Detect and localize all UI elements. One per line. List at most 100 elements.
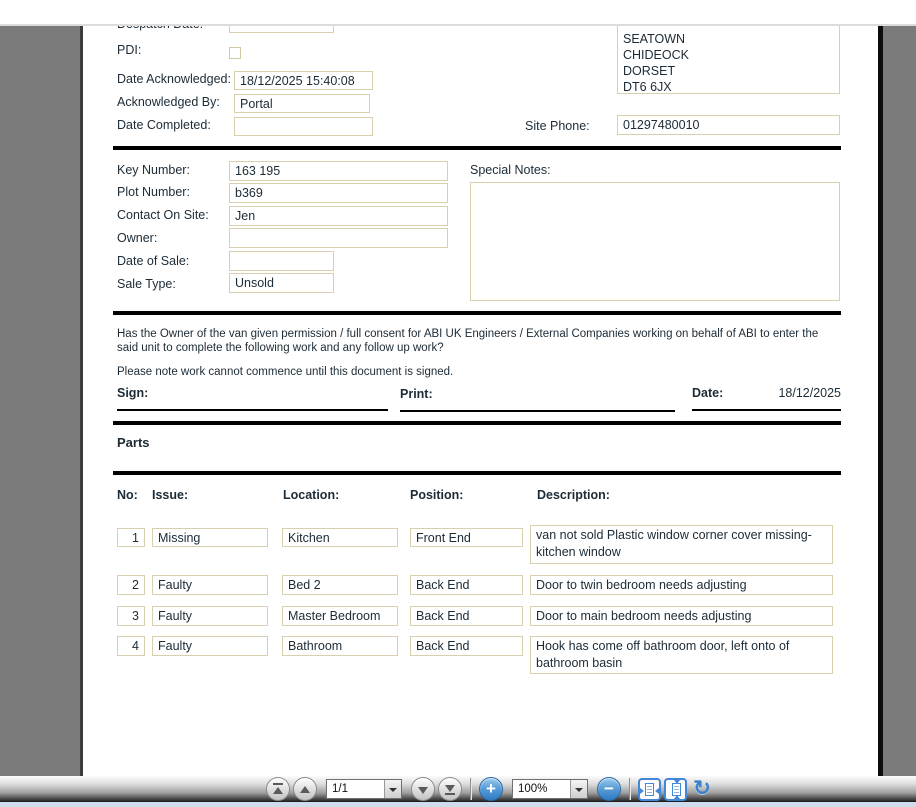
site-phone-label: Site Phone: <box>525 119 590 133</box>
toolbar-separator <box>629 778 630 800</box>
sale-type-field: Unsold <box>229 273 334 293</box>
chevron-down-icon[interactable] <box>384 780 401 798</box>
acknowledged-by-field: Portal <box>234 94 370 113</box>
plot-number-field: b369 <box>229 183 448 203</box>
part-location-field: Master Bedroom <box>282 606 398 626</box>
special-notes-field <box>470 182 840 301</box>
fit-width-icon <box>645 782 654 796</box>
section-divider <box>113 311 841 315</box>
section-divider <box>113 421 841 425</box>
contact-on-site-field: Jen <box>229 206 448 226</box>
part-no-field: 4 <box>117 636 145 656</box>
contact-on-site-label: Contact On Site: <box>117 208 209 222</box>
part-issue-field: Faulty <box>152 636 268 656</box>
plot-number-label: Plot Number: <box>117 185 190 199</box>
sign-label: Sign: <box>117 386 149 400</box>
part-description-field: van not sold Plastic window corner cover… <box>530 525 833 564</box>
parts-title: Parts <box>117 435 150 450</box>
owner-label: Owner: <box>117 231 158 245</box>
zoom-out-icon: − <box>604 779 614 798</box>
site-address-box: SEATOWN CHIDEOCK DORSET DT6 6JX <box>617 26 840 94</box>
special-notes-label: Special Notes: <box>470 163 551 177</box>
part-description-field: Door to main bedroom needs adjusting <box>530 606 833 626</box>
zoom-out-button[interactable]: − <box>597 777 621 801</box>
parts-header-no: No: <box>117 488 138 502</box>
first-page-button[interactable] <box>266 777 290 801</box>
fit-width-button[interactable] <box>638 777 661 801</box>
consent-text: Has the Owner of the van given permissio… <box>117 328 819 354</box>
part-location-field: Kitchen <box>282 528 398 547</box>
key-number-field: 163 195 <box>229 161 448 181</box>
date-acknowledged-label: Date Acknowledged: <box>117 72 231 86</box>
part-location-field: Bathroom <box>282 636 398 656</box>
refresh-icon: ↻ <box>693 777 711 800</box>
address-line: DORSET <box>623 64 676 78</box>
part-no-field: 2 <box>117 575 145 595</box>
toolbar-separator <box>470 778 471 800</box>
part-position-field: Front End <box>410 528 523 547</box>
print-line <box>400 410 675 412</box>
section-divider <box>113 471 841 475</box>
next-page-button[interactable] <box>411 777 435 801</box>
chevron-down-icon[interactable] <box>570 780 587 798</box>
despatch-date-label: Despatch Date: <box>117 26 203 32</box>
part-location-field: Bed 2 <box>282 575 398 595</box>
print-label: Print: <box>400 387 433 401</box>
section-divider <box>113 146 841 150</box>
previous-page-icon <box>300 786 310 793</box>
address-line: CHIDEOCK <box>623 48 689 62</box>
part-description-field: Door to twin bedroom needs adjusting <box>530 575 833 595</box>
pdi-checkbox <box>229 47 241 59</box>
page-indicator: 1/1 <box>332 783 348 795</box>
date-of-sale-label: Date of Sale: <box>117 254 190 268</box>
refresh-button[interactable]: ↻ <box>690 777 714 801</box>
part-description-field: Hook has come off bathroom door, left on… <box>530 636 833 674</box>
key-number-label: Key Number: <box>117 163 190 177</box>
part-position-field: Back End <box>410 606 523 626</box>
last-page-button[interactable] <box>438 777 462 801</box>
note-text: Please note work cannot commence until t… <box>117 366 454 378</box>
sign-line <box>117 409 388 411</box>
report-viewer-canvas: Despatch Date: 24/06/2024 PDI: Date Ackn… <box>0 26 916 776</box>
zoom-in-icon: + <box>486 779 496 798</box>
part-issue-field: Faulty <box>152 606 268 626</box>
window-top-strip <box>0 0 916 26</box>
sale-type-label: Sale Type: <box>117 277 176 291</box>
part-no-field: 3 <box>117 606 145 626</box>
zoom-level: 100% <box>518 783 548 795</box>
address-line: SEATOWN <box>623 32 686 46</box>
previous-page-button[interactable] <box>293 777 317 801</box>
date-completed-field <box>234 117 373 136</box>
zoom-selector-combo[interactable]: 100% <box>512 779 588 799</box>
last-page-icon <box>445 785 455 792</box>
despatch-date-field: 24/06/2024 <box>229 26 334 33</box>
date-of-sale-field <box>229 251 334 271</box>
fit-page-button[interactable] <box>664 777 687 801</box>
part-issue-field: Missing <box>152 528 268 547</box>
pdi-label: PDI: <box>117 43 142 57</box>
parts-header-issue: Issue: <box>152 488 189 502</box>
parts-header-description: Description: <box>537 488 610 502</box>
date-completed-label: Date Completed: <box>117 118 211 132</box>
window-bottom-strip <box>0 802 916 807</box>
date-label: Date: <box>692 386 724 400</box>
viewer-toolbar: 1/1 + 100% − ↻ <box>0 776 916 802</box>
part-position-field: Back End <box>410 575 523 595</box>
owner-field <box>229 228 448 248</box>
part-position-field: Back End <box>410 636 523 656</box>
part-issue-field: Faulty <box>152 575 268 595</box>
next-page-icon <box>418 787 428 794</box>
zoom-in-button[interactable]: + <box>479 777 503 801</box>
date-acknowledged-field: 18/12/2025 15:40:08 <box>234 71 373 90</box>
parts-header-position: Position: <box>410 488 464 502</box>
date-value: 18/12/2025 <box>778 386 841 400</box>
site-phone-field: 01297480010 <box>617 115 840 135</box>
report-page: Despatch Date: 24/06/2024 PDI: Date Ackn… <box>80 26 883 776</box>
date-line <box>692 409 841 411</box>
address-line: DT6 6JX <box>623 80 672 94</box>
part-no-field: 1 <box>117 528 145 547</box>
first-page-icon <box>273 783 283 785</box>
acknowledged-by-label: Acknowledged By: <box>117 95 220 109</box>
parts-header-location: Location: <box>283 488 340 502</box>
page-selector-combo[interactable]: 1/1 <box>326 779 402 799</box>
